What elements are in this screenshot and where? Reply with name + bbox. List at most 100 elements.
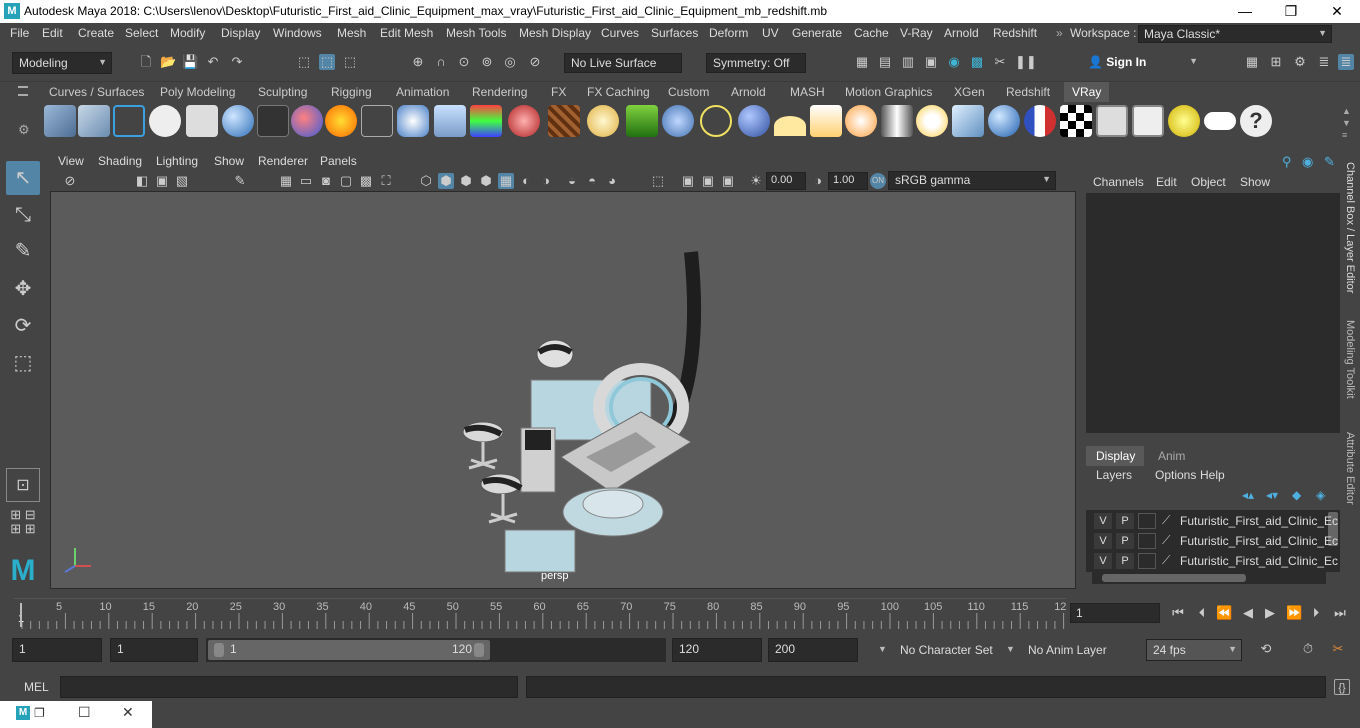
menu-windows[interactable]: Windows	[273, 26, 322, 40]
minimize-button[interactable]: —	[1222, 0, 1268, 23]
exposure-icon[interactable]: ☀	[748, 173, 764, 189]
wireframe-icon[interactable]: ⬡	[418, 173, 434, 189]
symmetry-field[interactable]: Symmetry: Off	[706, 53, 806, 73]
select-tool-icon[interactable]: ↖	[6, 161, 40, 195]
vray-fur-icon[interactable]	[626, 105, 658, 137]
color-management-icon[interactable]: ON	[870, 173, 886, 189]
field-chart-icon[interactable]: ▩	[358, 173, 374, 189]
smooth-shade-icon[interactable]: ⬢	[438, 173, 454, 189]
move-tool-icon[interactable]: ✥	[6, 272, 40, 306]
layer-playback-toggle[interactable]: P	[1116, 533, 1134, 549]
vray-globe-icon[interactable]	[738, 105, 770, 137]
layer-color-icon[interactable]: ⟋	[1162, 533, 1170, 548]
chevron-down-icon[interactable]: ▼	[878, 644, 887, 654]
vray-cone-icon[interactable]	[434, 105, 466, 137]
layer-options-menu[interactable]: Options	[1155, 468, 1196, 482]
menu-generate[interactable]: Generate	[792, 26, 842, 40]
hypershade-icon[interactable]: ◉	[946, 54, 962, 70]
play-forwards-icon[interactable]: ▶	[1262, 605, 1278, 621]
tab-redshift[interactable]: Redshift	[1006, 85, 1050, 99]
vray-spotlight-icon[interactable]	[810, 105, 842, 137]
ambient-occlusion-icon[interactable]: ◑	[538, 173, 554, 189]
menu-file[interactable]: File	[10, 26, 29, 40]
channel-edit-menu[interactable]: Edit	[1156, 175, 1177, 189]
vray-sun-icon[interactable]	[916, 105, 948, 137]
tab-fx-caching[interactable]: FX Caching	[587, 85, 650, 99]
previous-key-icon[interactable]: ⏪	[1216, 605, 1232, 621]
vray-cloud-icon[interactable]	[1204, 112, 1236, 130]
save-scene-icon[interactable]: 💾	[182, 54, 198, 70]
layer-visibility-toggle[interactable]: V	[1094, 533, 1112, 549]
menu-redshift[interactable]: Redshift	[993, 26, 1037, 40]
anim-end-field[interactable]: 120	[672, 638, 762, 662]
menu-modify[interactable]: Modify	[170, 26, 205, 40]
image-plane-icon[interactable]: ▣	[154, 173, 170, 189]
vray-bulb-icon[interactable]	[1168, 105, 1200, 137]
bookmark-icon[interactable]: ◧	[134, 173, 150, 189]
sign-in-button[interactable]: 👤 Sign In ▼	[1082, 52, 1202, 74]
channel-box-layer-editor-tab[interactable]: Channel Box / Layer Editor	[1344, 162, 1356, 293]
menu-vray[interactable]: V-Ray	[900, 26, 933, 40]
safe-action-icon[interactable]: ⛶	[378, 173, 394, 189]
vray-proxy-icon[interactable]	[113, 105, 145, 137]
vray-settings-icon[interactable]	[186, 105, 218, 137]
vray-fire-icon[interactable]	[325, 105, 357, 137]
channel-object-menu[interactable]: Object	[1191, 175, 1226, 189]
redo-icon[interactable]: ↷	[229, 54, 245, 70]
open-scene-icon[interactable]: 📂	[160, 54, 176, 70]
auto-key-icon[interactable]: ⏱	[1300, 641, 1316, 657]
layer-playback-toggle[interactable]: P	[1116, 513, 1134, 529]
hud-icon[interactable]: ▣	[720, 173, 736, 189]
vray-scatter-icon[interactable]	[662, 105, 694, 137]
select-object-icon[interactable]: ⬚	[319, 54, 335, 70]
vray-curve-icon[interactable]	[700, 105, 732, 137]
menu-cache[interactable]: Cache	[854, 26, 889, 40]
channel-list[interactable]	[1086, 193, 1340, 433]
live-surface-field[interactable]: No Live Surface	[564, 53, 682, 73]
vray-ball-icon[interactable]	[508, 105, 540, 137]
layer-help-menu[interactable]: Help	[1200, 468, 1225, 482]
layer-name[interactable]: Futuristic_First_aid_Clinic_Ec	[1180, 554, 1338, 568]
command-input[interactable]	[60, 676, 518, 698]
start-time-field[interactable]: 1	[12, 638, 102, 662]
animation-preferences-icon[interactable]: ✂	[1330, 641, 1346, 657]
help-icon[interactable]: ?	[1240, 105, 1272, 137]
menu-mesh-display[interactable]: Mesh Display	[519, 26, 591, 40]
vray-camera-icon[interactable]	[257, 105, 289, 137]
script-language-label[interactable]: MEL	[24, 680, 49, 694]
select-component-icon[interactable]: ⬚	[342, 54, 358, 70]
shelf-settings-icon[interactable]: ⚙	[18, 122, 30, 138]
tab-vray[interactable]: VRay	[1064, 82, 1110, 102]
range-bar[interactable]	[208, 640, 490, 660]
rotate-tool-icon[interactable]: ⟳	[6, 309, 40, 343]
perspective-viewport[interactable]: persp	[50, 191, 1076, 589]
snap-point-icon[interactable]: ⊙	[456, 54, 472, 70]
tab-arnold[interactable]: Arnold	[731, 85, 766, 99]
anim-layer-dropdown[interactable]: No Anim Layer	[1028, 643, 1107, 657]
tab-sculpting[interactable]: Sculpting	[258, 85, 307, 99]
go-to-end-icon[interactable]: ⏭	[1332, 605, 1348, 621]
render-settings-icon[interactable]: ▣	[923, 54, 939, 70]
fps-dropdown[interactable]: 24 fps ▼	[1146, 639, 1242, 661]
layer-color-icon[interactable]: ⟋	[1162, 513, 1170, 528]
attribute-toggle-icon[interactable]: ◉	[1302, 154, 1313, 170]
go-to-start-icon[interactable]: ⏮	[1170, 605, 1186, 621]
layer-type-toggle[interactable]	[1138, 553, 1156, 569]
layout-four-icon[interactable]: ⊞ ⊟ ⊞ ⊞	[6, 508, 40, 538]
select-hierarchy-icon[interactable]: ⬚	[296, 54, 312, 70]
anim-start-field[interactable]: 1	[110, 638, 198, 662]
textured-icon[interactable]: ⬢	[478, 173, 494, 189]
minimized-window[interactable]: M ❐ ☐ ✕	[0, 701, 152, 728]
shelf-menu-icon[interactable]: ≡	[1342, 130, 1347, 140]
time-slider[interactable]: 5 10 15 20 25 30 35 40 45 50 55 60 65 70 75 80 85 90 95 100…	[0, 596, 1360, 630]
shelf-scroll-down-icon[interactable]: ▼	[1342, 118, 1351, 128]
vray-texture-icon[interactable]	[548, 105, 580, 137]
resolution-gate-icon[interactable]: ◙	[318, 173, 334, 189]
use-all-lights-icon[interactable]: ▦	[498, 173, 514, 189]
play-backwards-icon[interactable]: ◀	[1240, 605, 1256, 621]
menu-arnold[interactable]: Arnold	[944, 26, 979, 40]
loop-icon[interactable]: ⟲	[1258, 641, 1274, 657]
channel-box-icon[interactable]: ⚲	[1282, 154, 1292, 170]
tab-poly-modeling[interactable]: Poly Modeling	[160, 85, 235, 99]
tab-fx[interactable]: FX	[551, 85, 566, 99]
